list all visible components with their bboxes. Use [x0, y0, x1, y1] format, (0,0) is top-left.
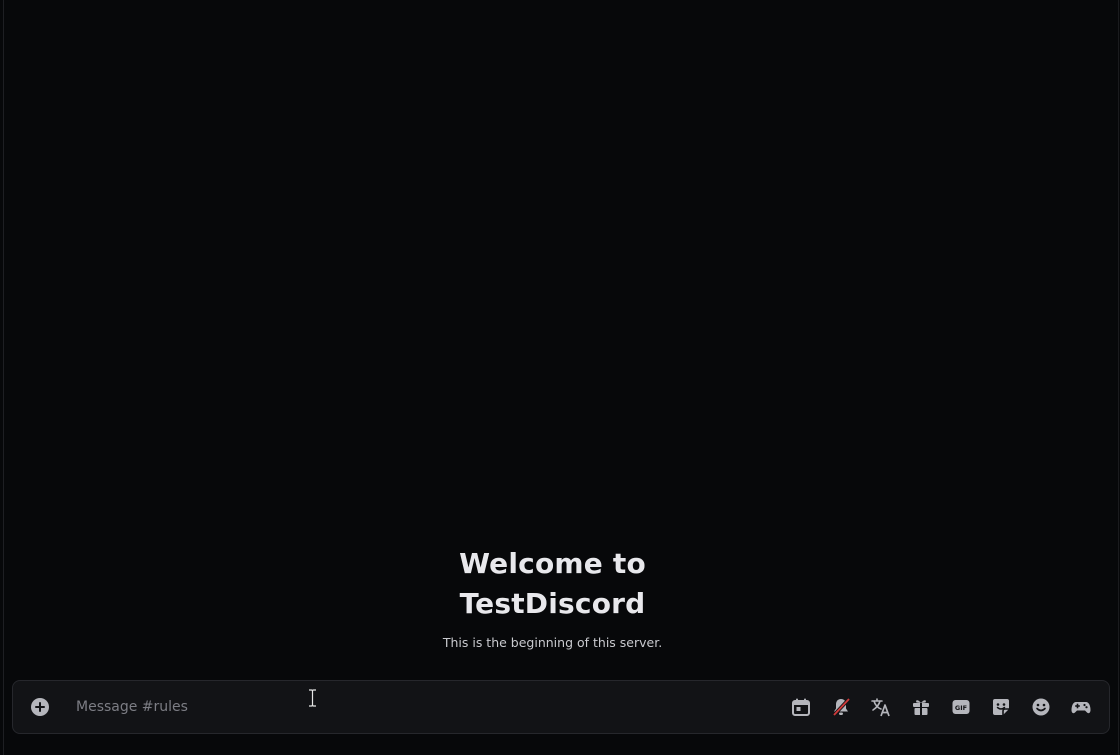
sticker-button[interactable]: [990, 696, 1012, 718]
welcome-section: Welcome to TestDiscord This is the begin…: [0, 544, 1105, 651]
text-cursor-icon: [308, 689, 317, 707]
gamepad-icon: [1071, 702, 1091, 714]
gif-icon: GIF: [952, 700, 970, 714]
right-divider: [1118, 0, 1119, 755]
welcome-title-line1: Welcome to: [459, 547, 646, 580]
gift-icon: [913, 700, 929, 715]
calendar-icon: [792, 698, 810, 716]
svg-text:GIF: GIF: [955, 704, 967, 712]
translate-button[interactable]: [870, 696, 892, 718]
attach-button[interactable]: [30, 697, 50, 717]
notifications-muted-icon: [832, 697, 851, 717]
message-composer: GIF: [12, 680, 1110, 734]
notifications-toggle[interactable]: [830, 696, 852, 718]
sticker-icon: [993, 699, 1009, 715]
plus-circle-icon: [31, 698, 49, 716]
emoji-icon: [1032, 698, 1050, 716]
channel-view: Welcome to TestDiscord This is the begin…: [0, 0, 1120, 755]
gift-button[interactable]: [910, 696, 932, 718]
welcome-title-line2: TestDiscord: [459, 587, 646, 620]
translate-icon: [871, 698, 890, 717]
activities-button[interactable]: [1070, 696, 1092, 718]
welcome-title: Welcome to TestDiscord: [0, 544, 1105, 624]
schedule-button[interactable]: [790, 696, 812, 718]
emoji-button[interactable]: [1030, 696, 1052, 718]
welcome-subtitle: This is the beginning of this server.: [442, 635, 663, 650]
message-input[interactable]: [76, 695, 756, 719]
gif-button[interactable]: GIF: [950, 696, 972, 718]
